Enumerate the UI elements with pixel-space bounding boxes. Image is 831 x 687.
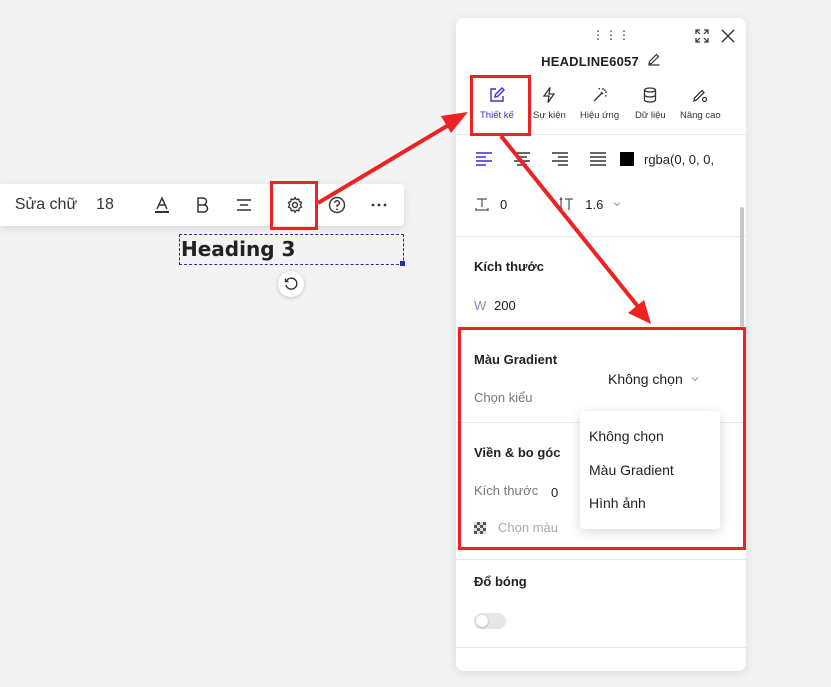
text-color-button[interactable] [147,184,177,226]
text-color-value[interactable]: rgba(0, 0, 0, [644,152,714,167]
more-button[interactable] [364,184,394,226]
tab-events[interactable]: Sự kiện [533,86,566,121]
width-value[interactable]: 200 [494,298,516,313]
help-button[interactable] [322,184,352,226]
advanced-settings-icon [693,89,708,103]
letter-spacing-icon [475,198,489,211]
tab-data[interactable]: Dữ liệu [635,86,666,121]
magic-wand-icon [593,87,607,102]
annotation-box-gradient-section [458,327,746,550]
resize-handle[interactable] [400,261,405,266]
line-height-value[interactable]: 1.6 [585,197,603,212]
database-icon [644,87,657,103]
chevron-down-icon[interactable] [613,200,621,208]
tab-effects[interactable]: Hiệu ứng [580,86,619,121]
size-section-title: Kích thước [474,259,544,274]
more-icon [371,203,387,207]
align-button[interactable] [229,184,259,226]
shadow-section-title: Đổ bóng [474,574,527,589]
bold-button[interactable] [187,184,217,226]
text-color-swatch[interactable] [620,152,634,166]
text-toolbar: Sửa chữ 18 [0,184,404,226]
edit-text-button[interactable]: Sửa chữ [10,184,82,226]
letter-spacing-value[interactable]: 0 [500,197,507,212]
bold-icon [197,197,209,213]
help-icon [328,196,346,214]
drag-handle-icon[interactable]: ⋮⋮⋮ [592,28,631,42]
align-justify-icon[interactable] [588,150,608,168]
align-center-icon[interactable] [512,150,532,168]
panel-scrollbar[interactable] [740,207,744,327]
line-height-icon [559,196,574,212]
tab-advanced[interactable]: Nâng cao [680,86,721,121]
annotation-box-settings [270,181,318,230]
element-name: HEADLINE6057 [541,54,639,69]
heading-text: Heading 3 [181,237,296,261]
expand-icon[interactable] [694,28,710,44]
rotate-button[interactable] [278,271,304,297]
selected-heading-element[interactable]: Heading 3 [179,234,405,266]
align-right-icon[interactable] [550,150,570,168]
bolt-icon [543,87,556,103]
width-label: W [474,298,487,313]
rotate-icon [284,277,298,290]
text-color-icon [155,196,169,213]
rename-pencil-icon[interactable] [647,52,661,71]
shadow-toggle[interactable] [474,613,506,629]
font-size-button[interactable]: 18 [90,184,120,226]
align-center-icon [237,199,251,211]
close-icon[interactable] [720,28,736,44]
annotation-box-design-tab [470,75,531,136]
align-left-icon[interactable] [474,150,494,168]
